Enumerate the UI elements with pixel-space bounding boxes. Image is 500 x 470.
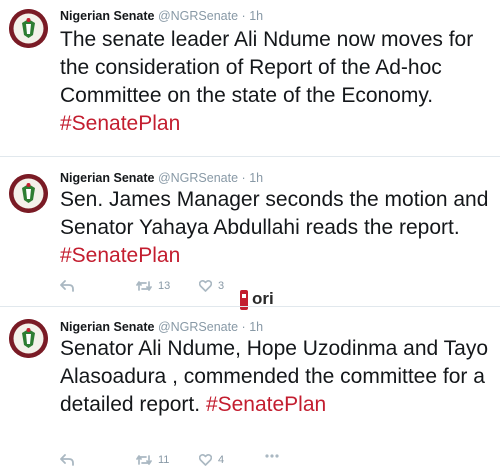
divider	[0, 156, 500, 157]
tweet-time[interactable]: 1h	[249, 9, 263, 23]
hashtag-link[interactable]: #SenatePlan	[206, 393, 326, 416]
like-count: 4	[218, 454, 225, 466]
retweet-count: 13	[158, 280, 171, 292]
hashtag-link[interactable]: #SenatePlan	[60, 112, 180, 135]
reply-button[interactable]	[60, 454, 74, 466]
display-name[interactable]: Nigerian Senate	[60, 171, 154, 185]
display-name[interactable]: Nigerian Senate	[60, 320, 154, 334]
tweet-text-content: The senate leader Ali Ndume now moves fo…	[60, 28, 474, 107]
retweet-icon	[136, 281, 152, 291]
more-options-button[interactable]	[265, 454, 279, 458]
separator-dot: ·	[241, 320, 246, 334]
tweet-text: Sen. James Manager seconds the motion an…	[60, 186, 490, 270]
tweet-header: Nigerian Senate @NGRSenate · 1h	[60, 8, 263, 24]
tweet-text-content: Sen. James Manager seconds the motion an…	[60, 188, 489, 239]
user-handle[interactable]: @NGRSenate	[158, 9, 238, 23]
reply-button[interactable]	[60, 280, 74, 292]
avatar[interactable]	[9, 9, 48, 48]
tweet-header: Nigerian Senate @NGRSenate · 1h	[60, 319, 263, 335]
retweet-icon	[136, 455, 152, 465]
tweet-time[interactable]: 1h	[249, 171, 263, 185]
heart-icon	[199, 280, 212, 292]
reply-icon	[60, 280, 74, 292]
tweet-text: The senate leader Ali Ndume now moves fo…	[60, 26, 490, 138]
avatar[interactable]	[9, 319, 48, 358]
tweet-header: Nigerian Senate @NGRSenate · 1h	[60, 170, 263, 186]
hashtag-link[interactable]: #SenatePlan	[60, 244, 180, 267]
retweet-button[interactable]: 11	[136, 454, 169, 466]
senate-crest-icon	[9, 9, 48, 48]
avatar[interactable]	[9, 174, 48, 213]
like-button[interactable]: 3	[199, 280, 224, 292]
retweet-count: 11	[158, 454, 170, 466]
separator-dot: ·	[241, 9, 246, 23]
display-name[interactable]: Nigerian Senate	[60, 9, 154, 23]
tweet-time[interactable]: 1h	[249, 320, 263, 334]
logo-mark-icon	[240, 290, 248, 310]
senate-crest-icon	[9, 319, 48, 358]
separator-dot: ·	[241, 171, 246, 185]
heart-icon	[199, 454, 212, 466]
user-handle[interactable]: @NGRSenate	[158, 171, 238, 185]
divider	[0, 306, 500, 307]
reply-icon	[60, 454, 74, 466]
like-count: 3	[218, 280, 225, 292]
like-button[interactable]: 4	[199, 454, 224, 466]
retweet-button[interactable]: 13	[136, 280, 170, 292]
watermark-logo: ori	[237, 288, 283, 314]
more-dots-icon	[265, 454, 279, 458]
senate-crest-icon	[9, 174, 48, 213]
user-handle[interactable]: @NGRSenate	[158, 320, 238, 334]
tweet-text: Senator Ali Ndume, Hope Uzodinma and Tay…	[60, 335, 490, 419]
